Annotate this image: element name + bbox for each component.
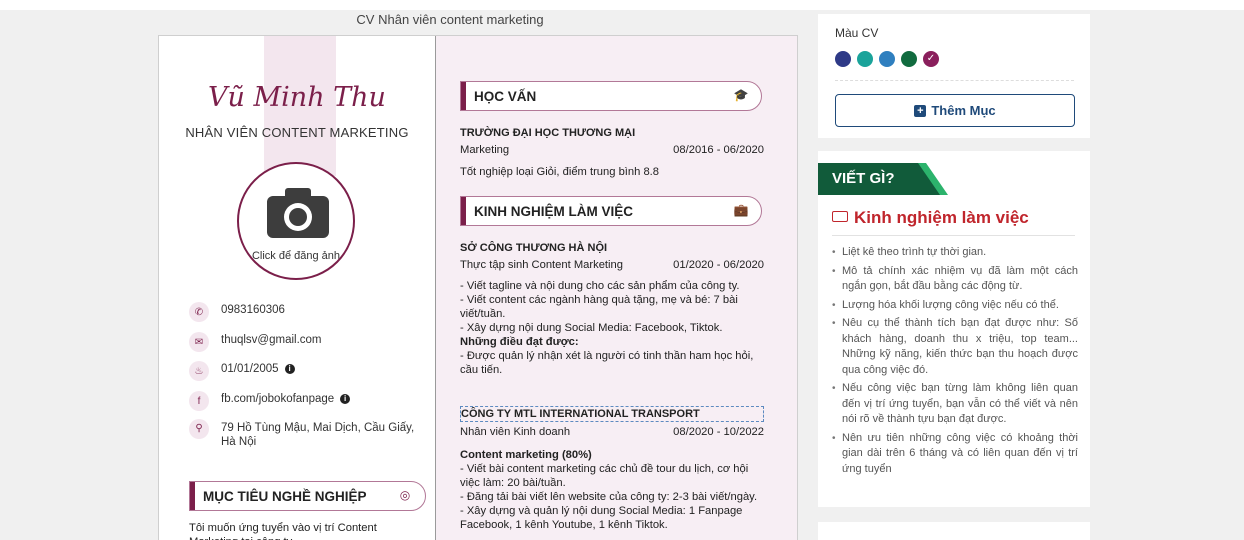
color-swatch-maroon-selected[interactable]: ✓	[923, 51, 939, 67]
avatar-upload-label: Click để đăng ảnh	[251, 250, 341, 262]
next-panel	[818, 522, 1090, 540]
check-icon: ✓	[926, 53, 936, 64]
job-position: Nhân viên Kinh doanh	[460, 426, 571, 438]
job-position: Thực tập sinh Content Marketing	[460, 259, 623, 271]
experience-entry-2[interactable]: CÔNG TY MTL INTERNATIONAL TRANSPORT Nhân…	[460, 406, 764, 532]
section-title-experience: KINH NGHIỆM LÀM VIỆC	[474, 204, 634, 219]
cv-document: Vũ Minh Thu NHÂN VIÊN CONTENT MARKETING …	[158, 35, 798, 540]
guide-title-text: Kinh nghiệm làm việc	[854, 208, 1029, 227]
company-name-editing[interactable]: CÔNG TY MTL INTERNATIONAL TRANSPORT	[460, 406, 764, 422]
guide-title: Kinh nghiệm làm việc	[832, 208, 1029, 228]
avatar-upload[interactable]: Click để đăng ảnh	[237, 162, 355, 280]
section-header-bar	[461, 197, 466, 225]
phone-icon: ✆	[189, 302, 209, 322]
section-header-bar	[461, 82, 466, 110]
add-section-label: Thêm Mục	[931, 103, 996, 118]
profile-name[interactable]: Vũ Minh Thu	[159, 82, 435, 113]
contact-phone[interactable]: ✆ 0983160306	[189, 302, 429, 322]
profile-job-title[interactable]: NHÂN VIÊN CONTENT MARKETING	[159, 125, 435, 140]
contact-address[interactable]: ⚲ 79 Hồ Tùng Mậu, Mai Dịch, Cầu Giấy, Hà…	[189, 419, 429, 449]
job-line: - Đăng tải bài viết lên website của công…	[460, 491, 758, 503]
job-period: 01/2020 - 06/2020	[673, 259, 764, 271]
section-title-objective: MỤC TIÊU NGHỀ NGHIỆP	[203, 489, 367, 504]
cv-left-column: Vũ Minh Thu NHÂN VIÊN CONTENT MARKETING …	[159, 36, 435, 540]
color-swatch-blue[interactable]	[879, 51, 895, 67]
contact-birthday-text: 01/01/2005	[221, 363, 279, 375]
section-title-education: HỌC VẤN	[474, 89, 537, 104]
contact-facebook-text: fb.com/jobokofanpage	[221, 393, 335, 405]
cv-title: CV Nhân viên content marketing	[356, 12, 544, 27]
divider	[832, 235, 1075, 236]
guide-tip: Nếu công việc bạn từng làm không liên qu…	[832, 381, 1078, 428]
contact-email[interactable]: ✉ thuqlsv@gmail.com	[189, 332, 429, 352]
job-subtitle: Content marketing (80%)	[460, 449, 592, 461]
writing-guide-panel: VIẾT GÌ? Kinh nghiệm làm việc Liệt kê th…	[818, 151, 1090, 507]
education-note: Tốt nghiệp loại Giỏi, điểm trung bình 8.…	[460, 166, 660, 178]
contact-email-text: thuqlsv@gmail.com	[221, 334, 322, 346]
guide-tips-list: Liệt kê theo trình tự thời gian. Mô tả c…	[832, 245, 1078, 480]
section-header-experience[interactable]: KINH NGHIỆM LÀM VIỆC 💼	[460, 196, 762, 226]
guide-tip: Nên ưu tiên những công việc có khoảng th…	[832, 431, 1078, 478]
keyboard-icon	[832, 211, 848, 222]
job-line: - Viết content các ngành hàng quà tặng, …	[460, 294, 738, 320]
guide-tip: Lượng hóa khối lượng công việc nếu có th…	[832, 298, 1078, 314]
contact-phone-text: 0983160306	[221, 304, 285, 316]
education-major: Marketing	[460, 144, 510, 156]
cv-color-panel: Màu CV ✓ + Thêm Mục	[818, 14, 1090, 138]
achievement-text: - Được quản lý nhận xét là người có tinh…	[460, 350, 754, 376]
camera-icon	[267, 188, 329, 238]
info-icon[interactable]: i	[340, 393, 351, 404]
job-period: 08/2020 - 10/2022	[673, 426, 764, 438]
color-swatch-green[interactable]	[901, 51, 917, 67]
contact-birthday[interactable]: ♨ 01/01/2005 i	[189, 361, 429, 381]
divider	[835, 80, 1074, 81]
guide-tip: Nêu cụ thể thành tích bạn đạt được như: …	[832, 316, 1078, 378]
achievement-title: Những điều đạt được:	[460, 336, 579, 348]
color-swatch-navy[interactable]	[835, 51, 851, 67]
cv-right-column: HỌC VẤN 🎓 TRƯỜNG ĐẠI HỌC THƯƠNG MẠI Mark…	[435, 36, 797, 540]
section-header-education[interactable]: HỌC VẤN 🎓	[460, 81, 762, 111]
cv-color-label: Màu CV	[835, 26, 879, 40]
job-line: - Viết tagline và nội dung cho các sản p…	[460, 280, 740, 292]
job-line: - Xây dựng nội dung Social Media: Facebo…	[460, 322, 723, 334]
education-period: 08/2016 - 06/2020	[673, 144, 764, 156]
section-header-bar	[190, 482, 195, 510]
job-line: - Xây dựng và quản lý nội dung Social Me…	[460, 505, 743, 531]
target-icon: ◎	[399, 488, 411, 502]
contact-address-text: 79 Hồ Tùng Mậu, Mai Dịch, Cầu Giấy, Hà N…	[221, 422, 415, 448]
experience-entry-1[interactable]: SỞ CÔNG THƯƠNG HÀ NỘI Thực tập sinh Cont…	[460, 241, 764, 377]
location-icon: ⚲	[189, 419, 209, 439]
briefcase-icon: 💼	[733, 203, 749, 217]
email-icon: ✉	[189, 332, 209, 352]
company-name: SỞ CÔNG THƯƠNG HÀ NỘI	[460, 242, 608, 254]
graduation-cap-icon: 🎓	[733, 88, 749, 102]
plus-icon: +	[914, 104, 927, 117]
info-icon[interactable]: i	[284, 363, 295, 374]
facebook-icon: f	[189, 391, 209, 411]
color-swatches: ✓	[835, 51, 945, 67]
objective-text[interactable]: Tôi muốn ứng tuyển vào vị trí Content Ma…	[189, 521, 399, 540]
job-line: - Viết bài content marketing các chủ đề …	[460, 463, 749, 489]
school-name: TRƯỜNG ĐẠI HỌC THƯƠNG MẠI	[460, 127, 636, 139]
birthday-icon: ♨	[189, 361, 209, 381]
contact-facebook[interactable]: f fb.com/jobokofanpage i	[189, 391, 429, 411]
section-header-objective[interactable]: MỤC TIÊU NGHỀ NGHIỆP ◎	[189, 481, 426, 511]
guide-tip: Liệt kê theo trình tự thời gian.	[832, 245, 1078, 261]
color-swatch-teal[interactable]	[857, 51, 873, 67]
add-section-button[interactable]: + Thêm Mục	[835, 94, 1075, 127]
education-entry[interactable]: TRƯỜNG ĐẠI HỌC THƯƠNG MẠI Marketing 08/20…	[460, 126, 764, 179]
top-bar	[0, 0, 1244, 10]
guide-tip: Mô tả chính xác nhiệm vụ đã làm một cách…	[832, 264, 1078, 295]
